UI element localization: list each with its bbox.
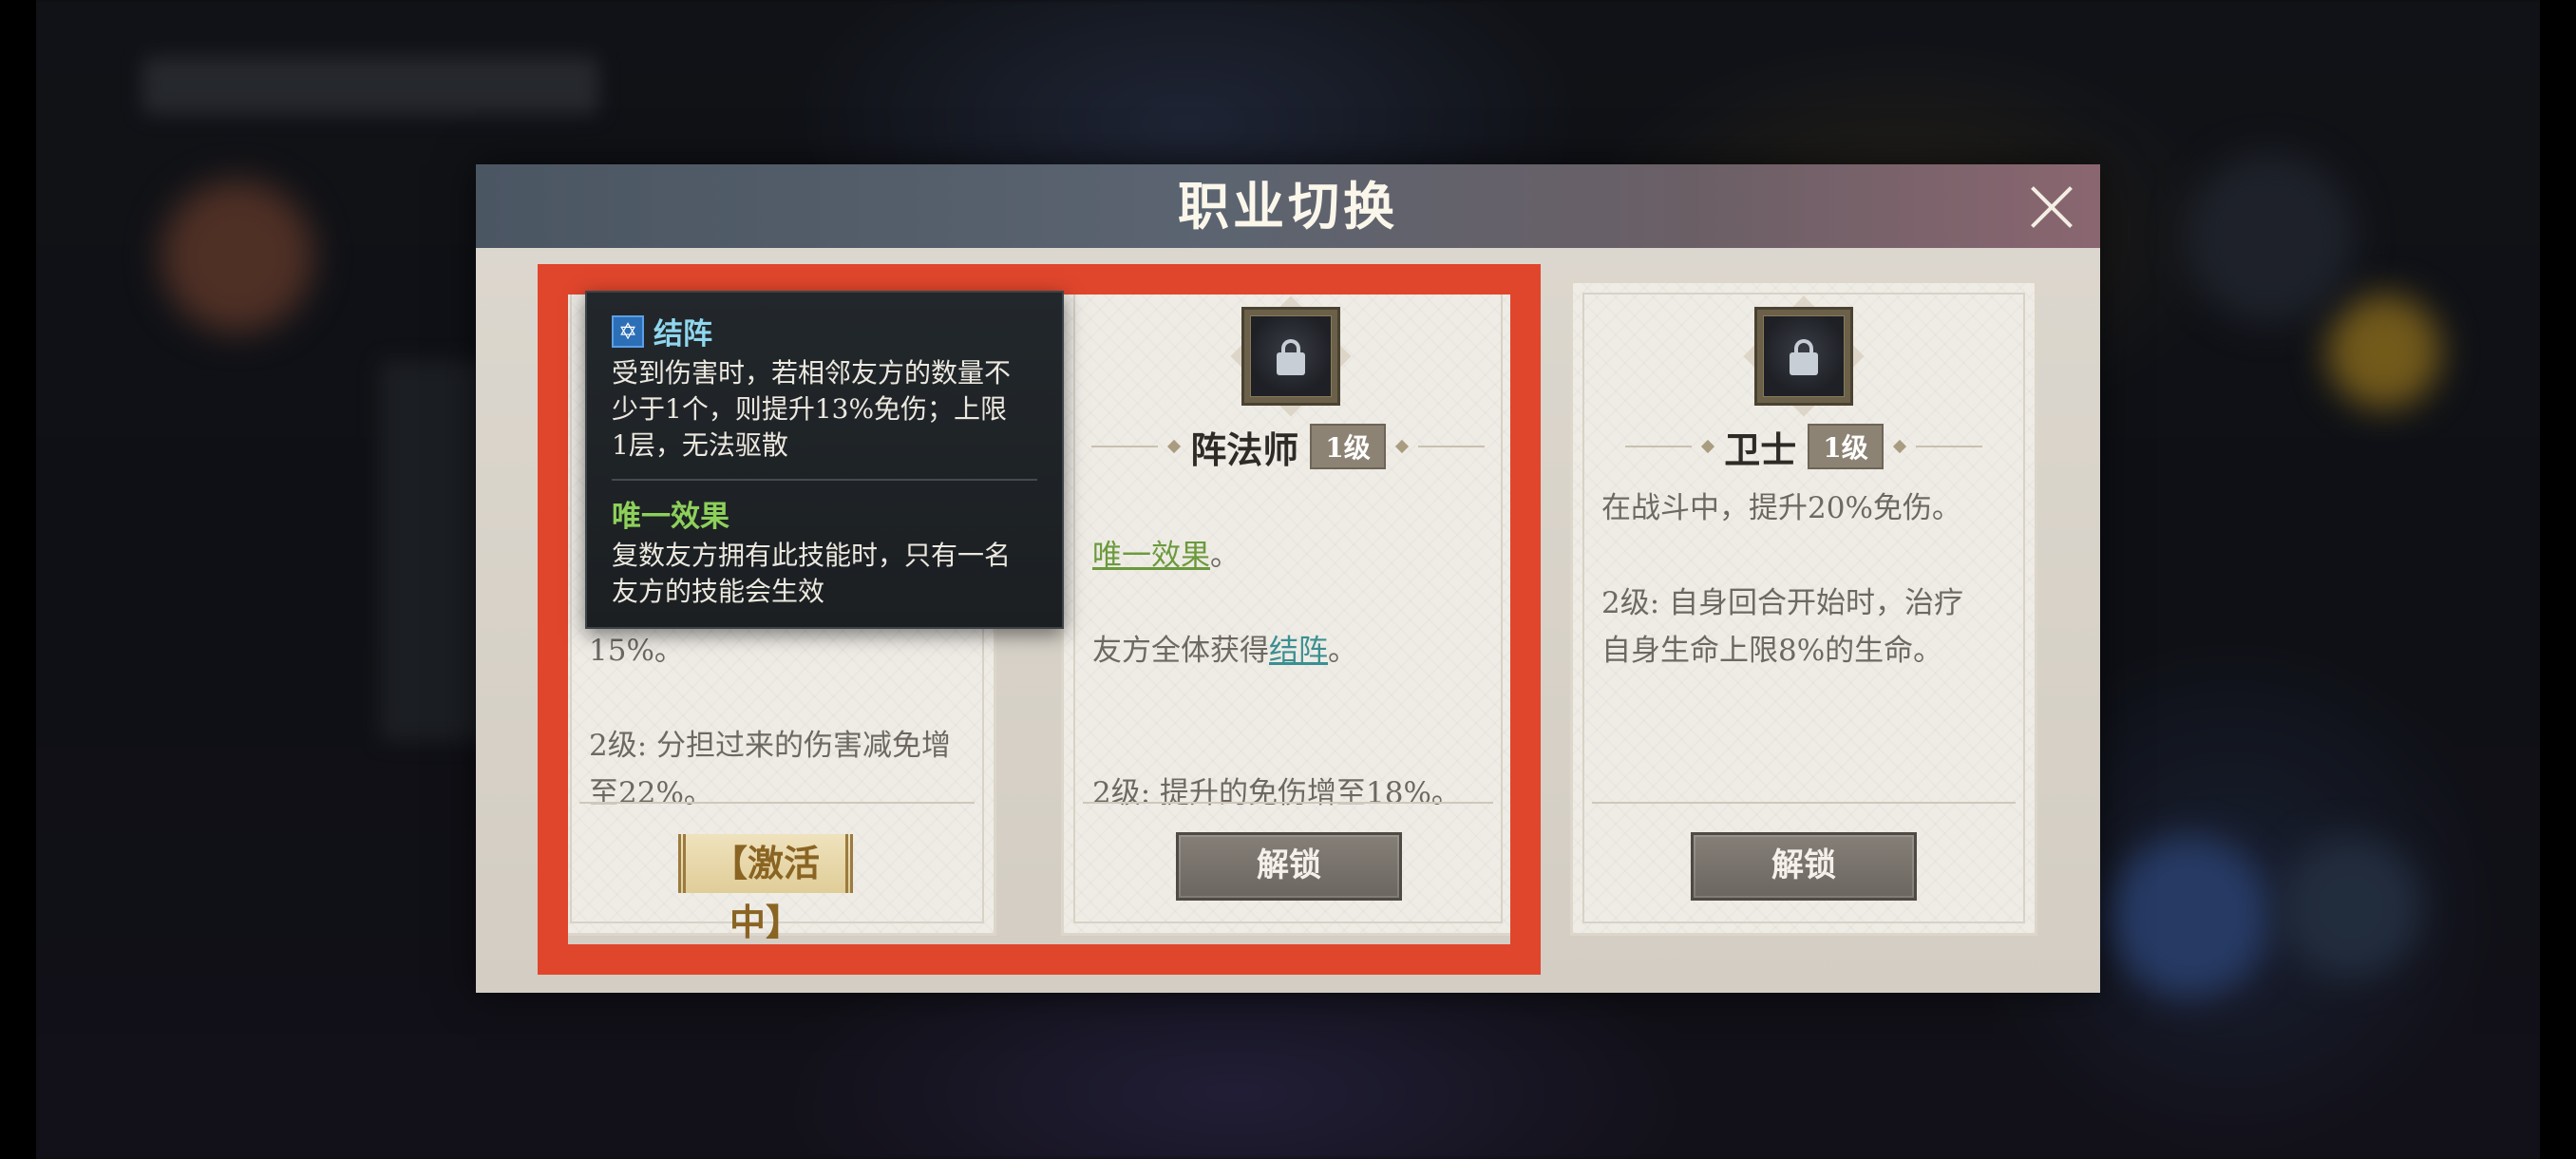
unlock-button[interactable]: 解锁 [1176, 832, 1402, 901]
job-description: 在战斗中，提升20%免伤。 2级: 自身回合开始时，治疗 自身生命上限8%的生命… [1601, 491, 1964, 668]
job-icon [1230, 295, 1352, 417]
dialog-header: 职业切换 [476, 164, 2100, 248]
name-decor-dot [1394, 439, 1409, 454]
tooltip-title-row: ✡ 结阵 [612, 310, 712, 352]
name-decor-dot [1167, 439, 1182, 454]
card-divider [1083, 802, 1493, 804]
formation-skill-link[interactable]: 结阵 [1269, 634, 1328, 668]
lock-icon [1277, 352, 1305, 375]
effect-line-prefix: 友方全体获得 [1092, 634, 1269, 668]
job-name-row: 阵法师 1级 [1064, 424, 1512, 471]
job-description: 唯一效果。 友方全体获得结阵。 2级: 提升的免伤增至18%。 [1092, 484, 1489, 817]
job-card-guard[interactable]: 卫士 1级 在战斗中，提升20%免伤。 2级: 自身回合开始时，治疗 自身生命上… [1570, 280, 2037, 936]
unique-effect-link[interactable]: 唯一效果 [1092, 539, 1210, 573]
active-status-badge: 【激活中】 [678, 834, 853, 943]
icon-frame [1754, 307, 1853, 406]
level2-effect: 2级: 提升的免伤增至18%。 [1092, 776, 1461, 810]
unlock-button[interactable]: 解锁 [1691, 832, 1917, 901]
icon-face [1763, 315, 1845, 397]
left-edge-band [0, 0, 36, 1159]
name-decor-dot [1701, 439, 1715, 454]
name-decor-line [1915, 446, 1982, 447]
effect-line-suffix: 。 [1328, 634, 1357, 668]
close-icon[interactable] [2028, 183, 2075, 231]
lock-icon [1790, 352, 1818, 375]
card-divider [579, 802, 975, 804]
skill-tooltip: ✡ 结阵 受到伤害时，若相邻友方的数量不 少于1个，则提升13%免伤；上限 1层… [585, 291, 1064, 629]
name-decor-line [1625, 446, 1693, 447]
tooltip-divider [612, 479, 1037, 481]
tooltip-subtitle: 唯一效果 [612, 500, 729, 534]
job-name-row: 卫士 1级 [1573, 424, 2035, 471]
effect-period: 。 [1210, 539, 1240, 573]
tooltip-body-unique: 复数友方拥有此技能时，只有一名 友方的技能会生效 [612, 540, 1012, 607]
tooltip-title: 结阵 [653, 317, 712, 352]
job-card-formation-mage[interactable]: 阵法师 1级 唯一效果。 友方全体获得结阵。 2级: 提升的免伤增至18%。 解… [1061, 280, 1515, 936]
right-edge-band [2540, 0, 2576, 1159]
job-icon [1743, 295, 1865, 417]
level-badge: 1级 [1310, 424, 1386, 469]
name-decor-line [1417, 446, 1485, 447]
tooltip-body: 受到伤害时，若相邻友方的数量不 少于1个，则提升13%免伤；上限 1层，无法驱散 [612, 357, 1012, 461]
dialog-title: 职业切换 [1178, 176, 1398, 237]
level-badge: 1级 [1808, 424, 1884, 469]
name-decor-dot [1892, 439, 1906, 454]
icon-face [1250, 315, 1332, 397]
name-decor-line [1091, 446, 1159, 447]
card-divider [1592, 802, 2016, 804]
job-name: 卫士 [1724, 428, 1797, 471]
job-name: 阵法师 [1190, 428, 1299, 471]
icon-frame [1241, 307, 1340, 406]
formation-skill-icon: ✡ [612, 314, 644, 348]
